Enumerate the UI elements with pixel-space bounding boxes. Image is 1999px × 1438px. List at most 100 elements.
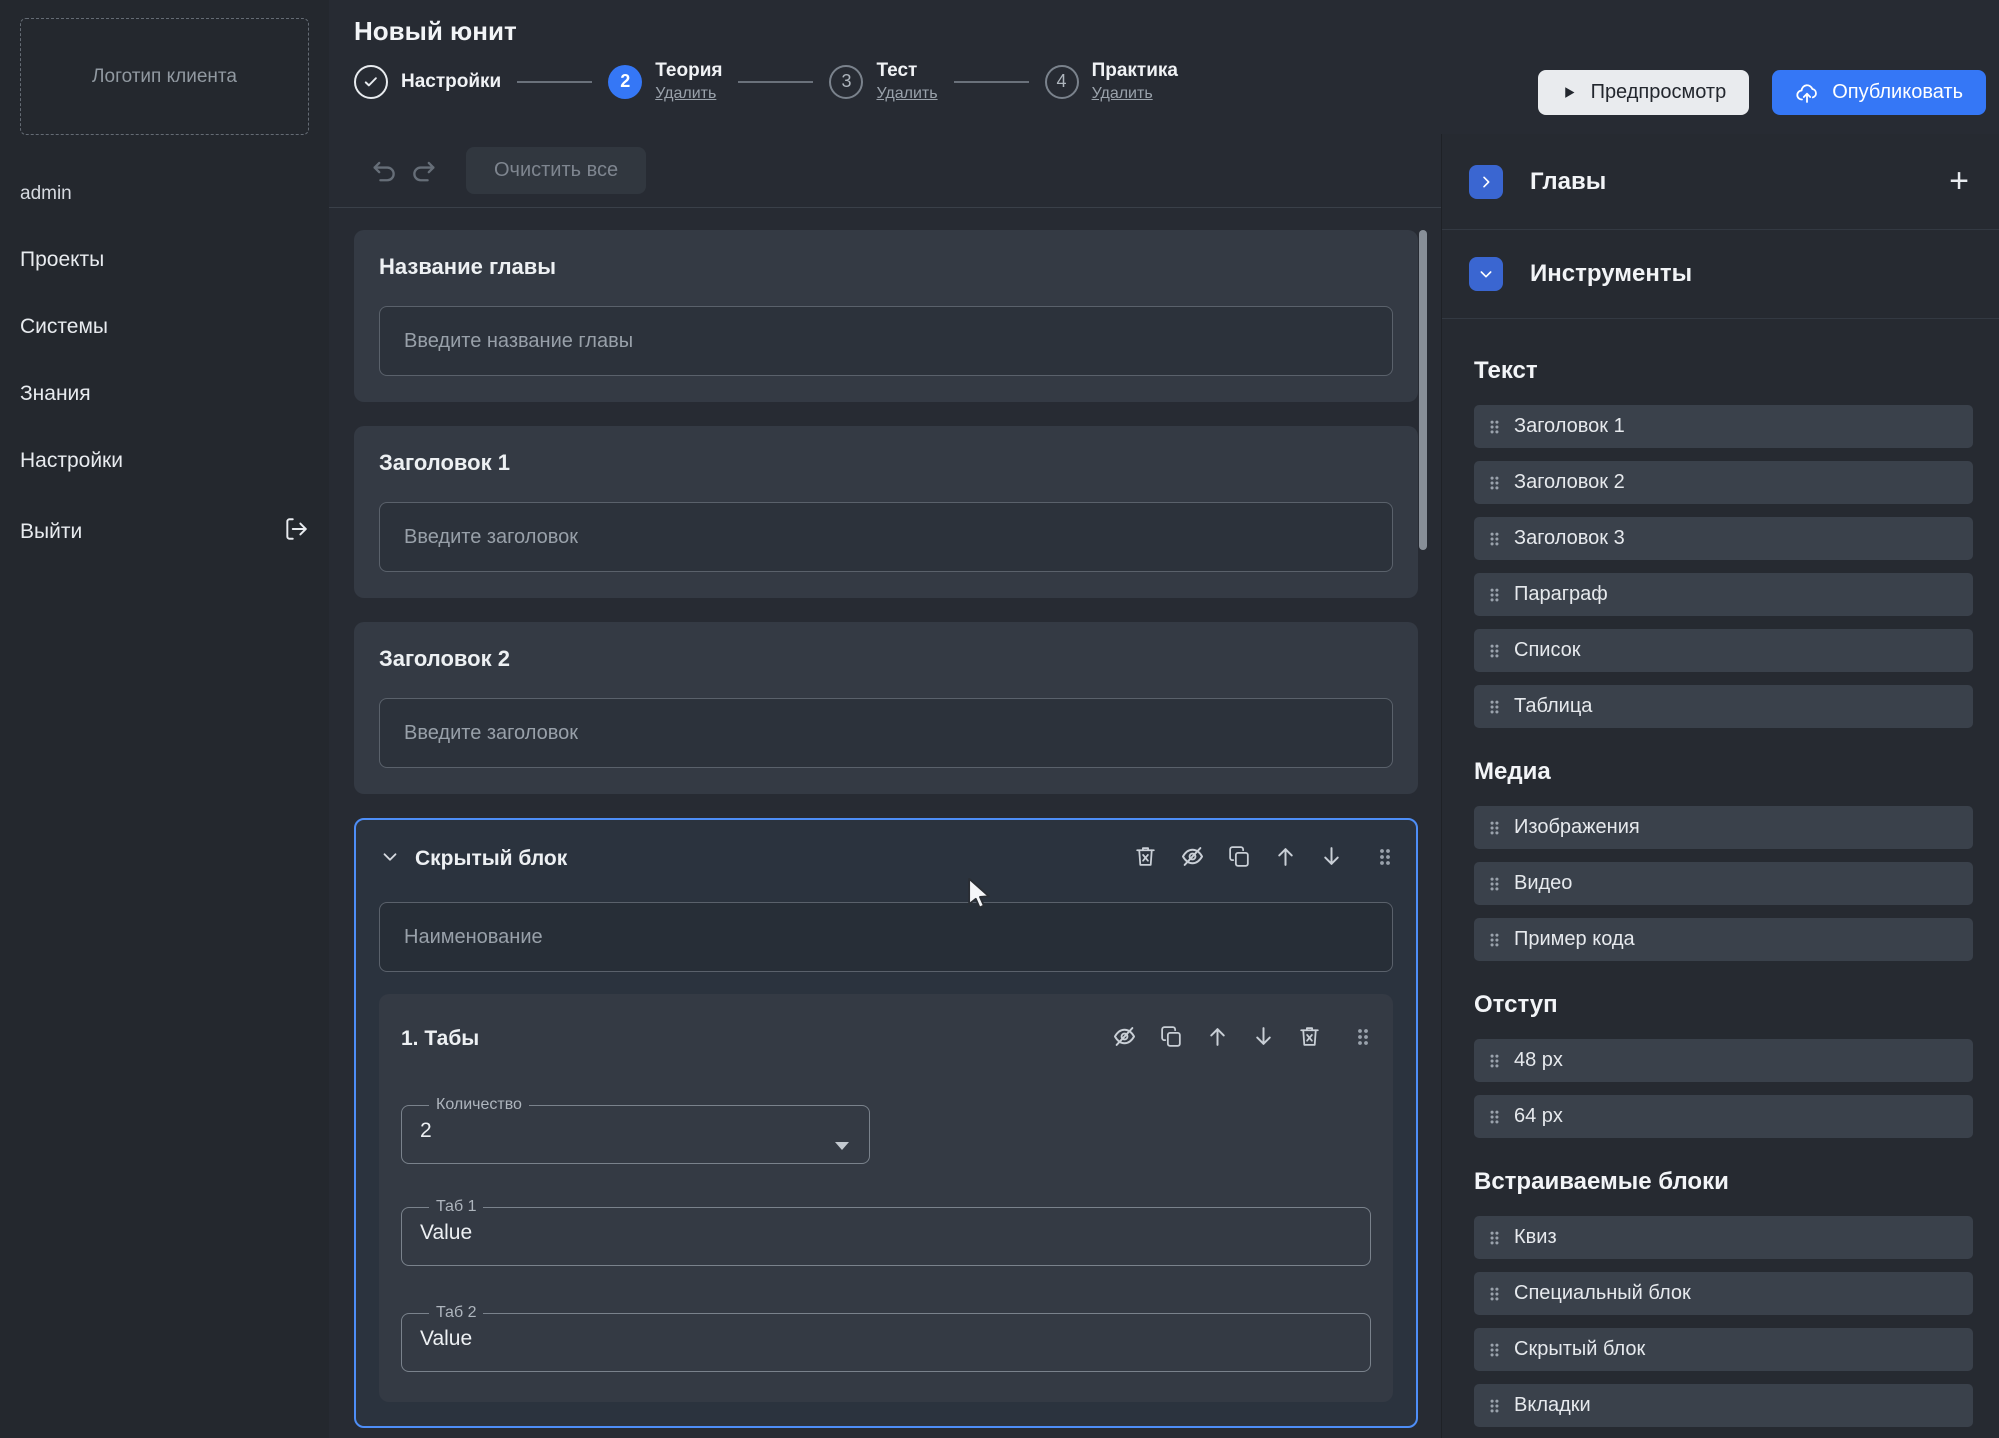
tab1-label: Таб 1 (429, 1198, 483, 1216)
hide-block-icon[interactable] (1111, 1023, 1138, 1055)
drag-handle-icon[interactable] (1355, 1025, 1371, 1054)
hidden-block-actions (1133, 843, 1393, 875)
move-down-icon[interactable] (1251, 1024, 1276, 1054)
tool-item-heading3[interactable]: Заголовок 3 (1474, 517, 1973, 560)
editor-area: Очистить все Название главы Введите назв… (329, 134, 1441, 1438)
copy-block-icon[interactable] (1159, 1024, 1184, 1054)
preview-button[interactable]: Предпросмотр (1538, 70, 1750, 115)
move-up-icon[interactable] (1205, 1024, 1230, 1054)
tool-item-label: Видео (1514, 872, 1572, 895)
preview-button-label: Предпросмотр (1591, 81, 1727, 104)
chevron-down-icon (1478, 266, 1494, 282)
step-number-circle: 3 (829, 65, 863, 99)
collapse-chevron-icon[interactable] (379, 846, 401, 873)
hide-block-icon[interactable] (1179, 843, 1206, 875)
tool-item-heading1[interactable]: Заголовок 1 (1474, 405, 1973, 448)
heading1-input[interactable]: Введите заголовок (379, 502, 1393, 572)
block-name-input[interactable]: Наименование (379, 902, 1393, 972)
drag-handle-icon (1488, 1228, 1501, 1248)
tab2-input[interactable]: Таб 2 Value (401, 1304, 1371, 1372)
tabs-count-select[interactable]: Количество 2 (401, 1096, 870, 1164)
expand-chapters-button[interactable] (1469, 165, 1503, 199)
section-title-text: Текст (1474, 357, 1973, 385)
step-connector (517, 81, 592, 83)
step-settings[interactable]: Настройки (354, 65, 501, 99)
step-number-circle: 2 (608, 65, 642, 99)
drag-handle-icon (1488, 697, 1501, 717)
header-actions: Предпросмотр Опубликовать (1538, 70, 1986, 115)
card-title: Заголовок 1 (379, 450, 1393, 476)
hidden-block-card[interactable]: Скрытый блок (354, 818, 1418, 1428)
content-row: Очистить все Название главы Введите назв… (329, 134, 1999, 1438)
tool-item-paragraph[interactable]: Параграф (1474, 573, 1973, 616)
app-root: Логотип клиента admin Проекты Системы Зн… (0, 0, 1999, 1438)
delete-step-link[interactable]: Удалить (655, 85, 716, 103)
heading1-card: Заголовок 1 Введите заголовок (354, 426, 1418, 598)
move-up-icon[interactable] (1273, 844, 1298, 874)
tool-item-code-sample[interactable]: Пример кода (1474, 918, 1973, 961)
tool-item-label: Заголовок 3 (1514, 527, 1625, 550)
delete-step-link[interactable]: Удалить (1092, 85, 1153, 103)
tool-item-list[interactable]: Список (1474, 629, 1973, 672)
plus-icon: + (1949, 162, 1969, 201)
drag-handle-icon (1488, 1284, 1501, 1304)
copy-block-icon[interactable] (1227, 844, 1252, 874)
redo-button[interactable] (404, 153, 442, 189)
step-label: Настройки (401, 71, 501, 93)
sidebar-item-settings[interactable]: Настройки (20, 449, 309, 473)
editor-canvas: Название главы Введите название главы За… (329, 208, 1441, 1438)
tool-item-label: Заголовок 1 (1514, 415, 1625, 438)
editor-toolbar: Очистить все (329, 134, 1441, 208)
heading2-input[interactable]: Введите заголовок (379, 698, 1393, 768)
cloud-upload-icon (1795, 81, 1819, 105)
tab1-input[interactable]: Таб 1 Value (401, 1198, 1371, 1266)
delete-step-link[interactable]: Удалить (876, 85, 937, 103)
collapse-tools-button[interactable] (1469, 257, 1503, 291)
drag-handle-icon (1488, 641, 1501, 661)
vertical-scrollbar[interactable] (1419, 230, 1427, 550)
logout-icon (283, 516, 309, 548)
step-label: Практика (1092, 60, 1178, 82)
publish-button[interactable]: Опубликовать (1772, 70, 1986, 115)
tool-item-label: Параграф (1514, 583, 1608, 606)
move-down-icon[interactable] (1319, 844, 1344, 874)
tool-item-tabs[interactable]: Вкладки (1474, 1384, 1973, 1427)
tool-item-spacing-64[interactable]: 64 px (1474, 1095, 1973, 1138)
delete-block-icon[interactable] (1133, 844, 1158, 874)
tool-item-images[interactable]: Изображения (1474, 806, 1973, 849)
tools-title: Инструменты (1530, 260, 1692, 288)
clear-all-button[interactable]: Очистить все (466, 147, 646, 194)
drag-handle-icon (1488, 473, 1501, 493)
step-theory[interactable]: 2 Теория Удалить (608, 60, 722, 103)
logo-placeholder-label: Логотип клиента (92, 66, 237, 88)
heading2-card: Заголовок 2 Введите заголовок (354, 622, 1418, 794)
sidebar-item-logout[interactable]: Выйти (20, 516, 309, 548)
chapter-title-input[interactable]: Введите название главы (379, 306, 1393, 376)
delete-block-icon[interactable] (1297, 1024, 1322, 1054)
tool-item-hidden-block[interactable]: Скрытый блок (1474, 1328, 1973, 1371)
tool-item-spacing-48[interactable]: 48 px (1474, 1039, 1973, 1082)
drag-handle-icon[interactable] (1377, 845, 1393, 874)
page-title: Новый юнит (354, 16, 1999, 47)
left-sidebar: Логотип клиента admin Проекты Системы Зн… (0, 0, 329, 1438)
tool-item-table[interactable]: Таблица (1474, 685, 1973, 728)
sidebar-item-systems[interactable]: Системы (20, 315, 309, 339)
tool-item-quiz[interactable]: Квиз (1474, 1216, 1973, 1259)
tool-item-video[interactable]: Видео (1474, 862, 1973, 905)
drag-handle-icon (1488, 930, 1501, 950)
client-logo-placeholder: Логотип клиента (20, 18, 309, 135)
tool-item-special-block[interactable]: Специальный блок (1474, 1272, 1973, 1315)
step-number-circle: 4 (1045, 65, 1079, 99)
tool-item-heading2[interactable]: Заголовок 2 (1474, 461, 1973, 504)
step-connector (738, 81, 813, 83)
sidebar-item-projects[interactable]: Проекты (20, 248, 309, 272)
tool-item-label: 48 px (1514, 1049, 1563, 1072)
hidden-block-title: Скрытый блок (415, 847, 567, 871)
sidebar-item-knowledge[interactable]: Знания (20, 382, 309, 406)
tabs-count-label: Количество (429, 1096, 529, 1114)
step-practice[interactable]: 4 Практика Удалить (1045, 60, 1178, 103)
step-test[interactable]: 3 Тест Удалить (829, 60, 937, 103)
add-chapter-button[interactable]: + (1939, 162, 1979, 202)
step-label: Теория (655, 60, 722, 82)
undo-button[interactable] (366, 153, 404, 189)
